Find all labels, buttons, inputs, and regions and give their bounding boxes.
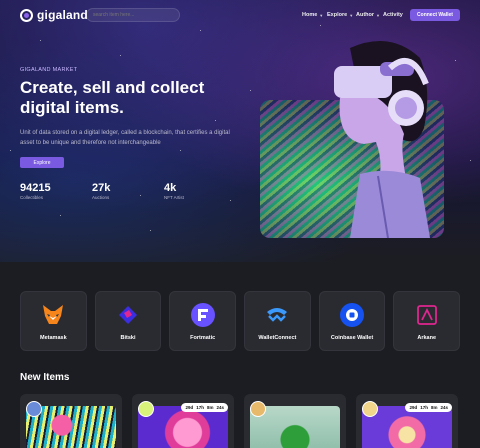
walletconnect-icon bbox=[265, 303, 289, 327]
hero-eyebrow: GIGALAND MARKET bbox=[20, 67, 78, 73]
avatar[interactable] bbox=[362, 401, 378, 417]
stat-label: Collectibles bbox=[20, 195, 44, 200]
item-card[interactable] bbox=[244, 394, 346, 448]
nav-explore[interactable]: Explore ▼ bbox=[327, 12, 353, 18]
countdown-badge: 29d 17h 8m 24s bbox=[405, 403, 452, 412]
search-input[interactable] bbox=[86, 8, 180, 22]
nav-activity[interactable]: Activity bbox=[383, 12, 403, 18]
wallet-name: Coinbase Wallet bbox=[330, 335, 374, 341]
wallet-name: Metamask bbox=[40, 335, 67, 341]
fox-icon bbox=[41, 303, 65, 327]
countdown-hours: 17h bbox=[196, 405, 204, 410]
chevron-down-icon: ▼ bbox=[349, 12, 354, 18]
countdown-minutes: 8m bbox=[206, 405, 214, 410]
countdown-days: 29d bbox=[185, 405, 194, 410]
countdown-seconds: 24s bbox=[216, 405, 224, 410]
hero-description: Unit of data stored on a digital ledger,… bbox=[20, 130, 230, 146]
nav-label: Home bbox=[302, 12, 318, 18]
logo[interactable]: gigaland bbox=[20, 8, 88, 22]
bitski-icon bbox=[116, 303, 140, 327]
nav-label: Activity bbox=[383, 12, 403, 18]
chevron-down-icon: ▼ bbox=[376, 12, 380, 18]
wallet-bitski[interactable]: Bitski bbox=[94, 291, 162, 351]
stat-value: 27k bbox=[92, 182, 111, 194]
item-card[interactable] bbox=[20, 394, 122, 448]
wallet-name: Fortmatic bbox=[190, 335, 216, 341]
hero-image bbox=[260, 38, 444, 238]
wallet-coinbase[interactable]: Coinbase Wallet bbox=[318, 291, 386, 351]
stat-label: Auctions bbox=[92, 195, 110, 200]
wallet-arkane[interactable]: Arkane bbox=[393, 291, 461, 351]
stat-label: NFT Artist bbox=[164, 195, 184, 200]
wallet-name: Bitski bbox=[120, 335, 136, 341]
countdown-badge: 29d 17h 8m 24s bbox=[181, 403, 228, 412]
wallet-list: Metamask Bitski Fortmatic WalletConnect … bbox=[20, 291, 461, 351]
wallet-metamask[interactable]: Metamask bbox=[20, 291, 87, 351]
connect-wallet-button[interactable]: Connect Wallet bbox=[410, 9, 460, 21]
new-items-list: 29d 17h 8m 24s 29d 17h 8m 24s bbox=[20, 394, 460, 448]
wallet-name: WalletConnect bbox=[258, 335, 297, 341]
hero-headline: Create, sell and collect digital items. bbox=[20, 78, 205, 117]
nav-author[interactable]: Author ▼ bbox=[356, 12, 380, 18]
avatar[interactable] bbox=[250, 401, 266, 417]
wallet-fortmatic[interactable]: Fortmatic bbox=[169, 291, 237, 351]
wallet-walletconnect[interactable]: WalletConnect bbox=[244, 291, 311, 351]
explore-button[interactable]: Explore bbox=[20, 157, 64, 168]
nav-home[interactable]: Home ▼ bbox=[302, 12, 323, 18]
arkane-icon bbox=[415, 303, 439, 327]
stat-value: 94215 bbox=[20, 182, 51, 194]
logo-icon bbox=[20, 8, 33, 22]
hero-section: gigaland Home▼ Explore▼ Author▼ Activity… bbox=[0, 0, 480, 262]
logo-text: gigaland bbox=[37, 8, 88, 22]
wallet-name: Arkane bbox=[417, 335, 437, 341]
stat-value: 4k bbox=[164, 182, 177, 194]
coinbase-icon bbox=[340, 303, 365, 327]
item-card[interactable]: 29d 17h 8m 24s bbox=[132, 394, 234, 448]
nav-label: Explore bbox=[327, 12, 348, 18]
countdown-minutes: 8m bbox=[430, 405, 438, 410]
vr-person-illustration bbox=[334, 40, 430, 238]
countdown-hours: 17h bbox=[420, 405, 428, 410]
top-nav: gigaland Home▼ Explore▼ Author▼ Activity… bbox=[0, 0, 480, 30]
avatar[interactable] bbox=[138, 401, 154, 417]
nav-label: Author bbox=[356, 12, 375, 18]
avatar[interactable] bbox=[26, 401, 42, 417]
stat-auctions: 27k Auctions bbox=[92, 182, 110, 200]
item-card[interactable]: 29d 17h 8m 24s bbox=[356, 394, 458, 448]
countdown-seconds: 24s bbox=[440, 405, 448, 410]
stat-artists: 4k NFT Artist bbox=[164, 182, 184, 200]
stat-collectibles: 94215 Collectibles bbox=[20, 182, 51, 200]
chevron-down-icon: ▼ bbox=[319, 12, 324, 18]
new-items-title: New Items bbox=[20, 372, 70, 383]
fortmatic-icon bbox=[190, 303, 215, 327]
countdown-days: 29d bbox=[409, 405, 418, 410]
